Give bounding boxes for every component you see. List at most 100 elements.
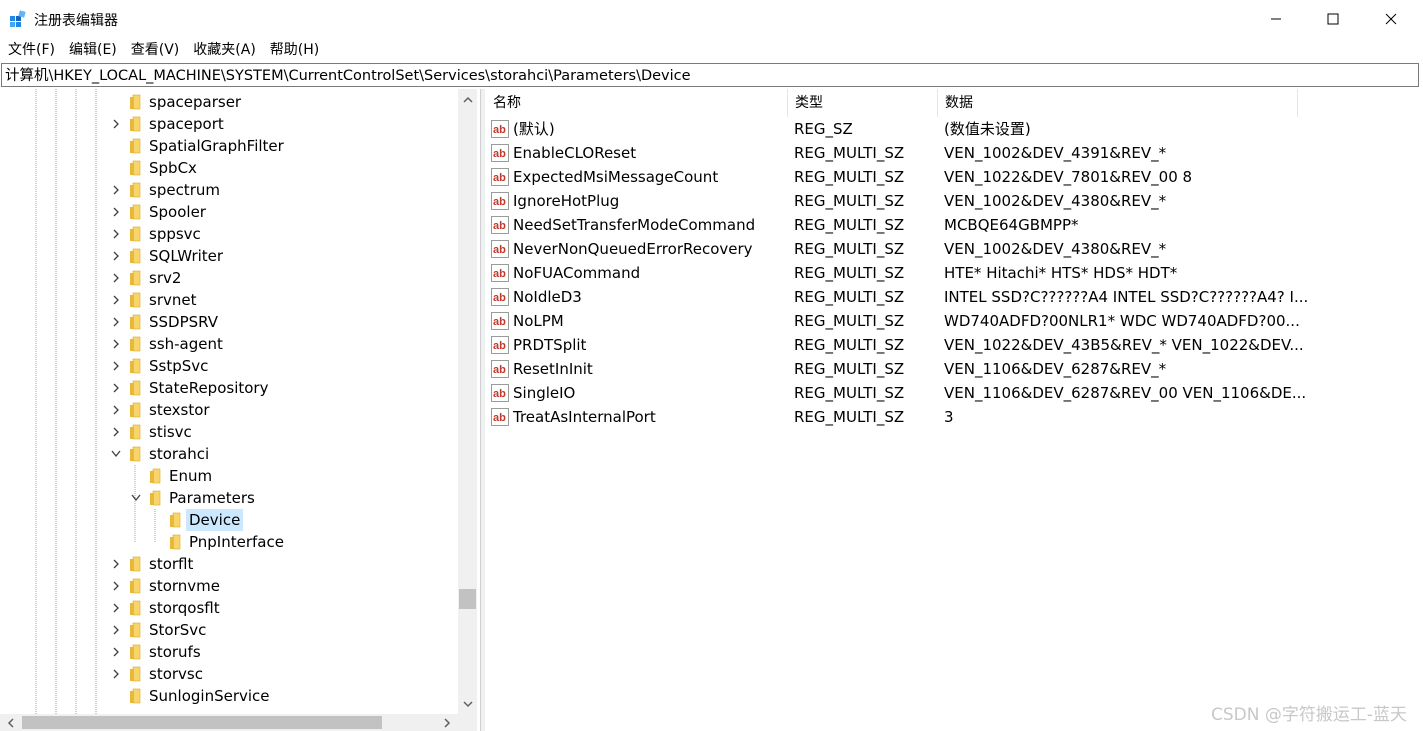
chevron-right-icon[interactable] — [110, 316, 122, 328]
chevron-right-icon[interactable] — [110, 272, 122, 284]
chevron-right-icon[interactable] — [110, 228, 122, 240]
chevron-right-icon[interactable] — [110, 426, 122, 438]
menu-favorites[interactable]: 收藏夹(A) — [186, 38, 263, 62]
tree-node[interactable]: spectrum — [0, 179, 460, 201]
value-row[interactable]: ab IgnoreHotPlug REG_MULTI_SZ VEN_1002&DEV_… — [486, 189, 1423, 213]
chevron-right-icon[interactable] — [110, 294, 122, 306]
value-row[interactable]: ab TreatAsInternalPort REG_MULTI_SZ 3 — [486, 405, 1423, 429]
pane-splitter[interactable] — [481, 89, 485, 731]
tree-node[interactable]: storvsc — [0, 663, 460, 685]
tree-node[interactable]: ssh-agent — [0, 333, 460, 355]
value-row[interactable]: ab PRDTSplit REG_MULTI_SZ VEN_1022&DEV_43B5… — [486, 333, 1423, 357]
value-row[interactable]: ab NeedSetTransferModeCommand REG_MULTI_SZ… — [486, 213, 1423, 237]
tree-node[interactable]: storahci — [0, 443, 460, 465]
tree-node[interactable]: Parameters — [0, 487, 460, 509]
tree-node[interactable]: SpatialGraphFilter — [0, 135, 460, 157]
maximize-button[interactable] — [1304, 0, 1362, 38]
chevron-right-icon[interactable] — [110, 250, 122, 262]
tree-node[interactable]: SunloginService — [0, 685, 460, 707]
tree-node[interactable]: StateRepository — [0, 377, 460, 399]
tree-node[interactable]: PnpInterface — [0, 531, 460, 553]
chevron-right-icon[interactable] — [110, 404, 122, 416]
svg-text:ab: ab — [493, 412, 506, 424]
chevron-down-icon[interactable] — [130, 492, 142, 504]
tree-node[interactable]: Enum — [0, 465, 460, 487]
value-data: WD740ADFD?00NLR1* WDC WD740ADFD?00... — [944, 312, 1300, 330]
menu-view[interactable]: 查看(V) — [124, 38, 187, 62]
value-row[interactable]: ab ExpectedMsiMessageCount REG_MULTI_SZ VEN… — [486, 165, 1423, 189]
chevron-right-icon[interactable] — [110, 580, 122, 592]
value-row[interactable]: ab EnableCLOReset REG_MULTI_SZ VEN_1002&DEV… — [486, 141, 1423, 165]
tree-vertical-scrollbar[interactable] — [458, 89, 477, 715]
tree-node[interactable]: SQLWriter — [0, 245, 460, 267]
tree-node[interactable]: sppsvc — [0, 223, 460, 245]
menu-file[interactable]: 文件(F) — [0, 38, 62, 62]
tree-node-label: ssh-agent — [149, 335, 223, 353]
tree-node[interactable]: StorSvc — [0, 619, 460, 641]
value-type: REG_MULTI_SZ — [794, 144, 905, 162]
tree-node[interactable]: stisvc — [0, 421, 460, 443]
close-button[interactable] — [1362, 0, 1420, 38]
tree-node-label: stisvc — [149, 423, 192, 441]
scroll-left-button[interactable] — [2, 714, 19, 731]
minimize-button[interactable] — [1247, 0, 1305, 38]
value-row[interactable]: ab NoFUACommand REG_MULTI_SZ HTE* Hitachi* … — [486, 261, 1423, 285]
value-name: EnableCLOReset — [513, 144, 637, 162]
chevron-right-icon[interactable] — [110, 360, 122, 372]
scroll-down-button[interactable] — [458, 695, 477, 713]
value-row[interactable]: ab SingleIO REG_MULTI_SZ VEN_1106&DEV_6287&… — [486, 381, 1423, 405]
chevron-down-icon — [462, 701, 473, 708]
tree-node[interactable]: storufs — [0, 641, 460, 663]
tree-node[interactable]: Device — [0, 509, 460, 531]
value-data: (数值未设置) — [944, 120, 1031, 138]
value-type: REG_MULTI_SZ — [794, 216, 905, 234]
menu-edit[interactable]: 编辑(E) — [62, 38, 124, 62]
chevron-right-icon[interactable] — [110, 382, 122, 394]
tree-node[interactable]: spaceparser — [0, 91, 460, 113]
chevron-right-icon[interactable] — [110, 558, 122, 570]
chevron-right-icon[interactable] — [110, 668, 122, 680]
tree-node-label: stornvme — [149, 577, 221, 595]
tree-node[interactable]: storqosflt — [0, 597, 460, 619]
column-header-type[interactable]: 类型 — [788, 89, 938, 117]
chevron-right-icon[interactable] — [110, 338, 122, 350]
scroll-right-button[interactable] — [438, 714, 455, 731]
scroll-up-button[interactable] — [458, 91, 477, 109]
tree-horizontal-scrollbar[interactable] — [0, 714, 477, 731]
chevron-right-icon[interactable] — [110, 646, 122, 658]
chevron-right-icon[interactable] — [110, 118, 122, 130]
value-name: SingleIO — [513, 384, 576, 402]
chevron-right-icon[interactable] — [110, 206, 122, 218]
menu-help[interactable]: 帮助(H) — [263, 38, 326, 62]
value-data: VEN_1002&DEV_4391&REV_* — [944, 144, 1167, 162]
tree-node[interactable]: SSDPSRV — [0, 311, 460, 333]
chevron-down-icon[interactable] — [110, 448, 122, 460]
tree-node[interactable]: stexstor — [0, 399, 460, 421]
value-row[interactable]: ab NoIdleD3 REG_MULTI_SZ INTEL SSD?C??????A… — [486, 285, 1423, 309]
tree-node[interactable]: SstpSvc — [0, 355, 460, 377]
address-bar[interactable]: 计算机\HKEY_LOCAL_MACHINE\SYSTEM\CurrentCon… — [1, 63, 1419, 87]
tree-node[interactable]: storflt — [0, 553, 460, 575]
tree-node[interactable]: spaceport — [0, 113, 460, 135]
tree-node[interactable]: stornvme — [0, 575, 460, 597]
string-value-icon: ab — [491, 168, 509, 186]
chevron-right-icon[interactable] — [110, 624, 122, 636]
value-name: IgnoreHotPlug — [513, 192, 620, 210]
scroll-thumb[interactable] — [459, 589, 476, 609]
tree-node[interactable]: srvnet — [0, 289, 460, 311]
folder-icon — [129, 666, 141, 682]
chevron-right-icon[interactable] — [110, 602, 122, 614]
chevron-right-icon[interactable] — [110, 184, 122, 196]
string-value-icon: ab — [491, 120, 509, 138]
column-header-data[interactable]: 数据 — [938, 89, 1298, 117]
value-row[interactable]: ab NoLPM REG_MULTI_SZ WD740ADFD?00NLR1* WDC… — [486, 309, 1423, 333]
value-row[interactable]: ab NeverNonQueuedErrorRecovery REG_MULTI_S… — [486, 237, 1423, 261]
tree-node[interactable]: srv2 — [0, 267, 460, 289]
column-header-name[interactable]: 名称 — [486, 89, 788, 117]
value-row[interactable]: ab ResetInInit REG_MULTI_SZ VEN_1106&DEV_62… — [486, 357, 1423, 381]
tree-node[interactable]: Spooler — [0, 201, 460, 223]
value-row[interactable]: ab (默认) REG_SZ (数值未设置) — [486, 117, 1423, 141]
tree-node-label: SunloginService — [149, 687, 270, 705]
hscroll-thumb[interactable] — [22, 716, 382, 729]
tree-node[interactable]: SpbCx — [0, 157, 460, 179]
